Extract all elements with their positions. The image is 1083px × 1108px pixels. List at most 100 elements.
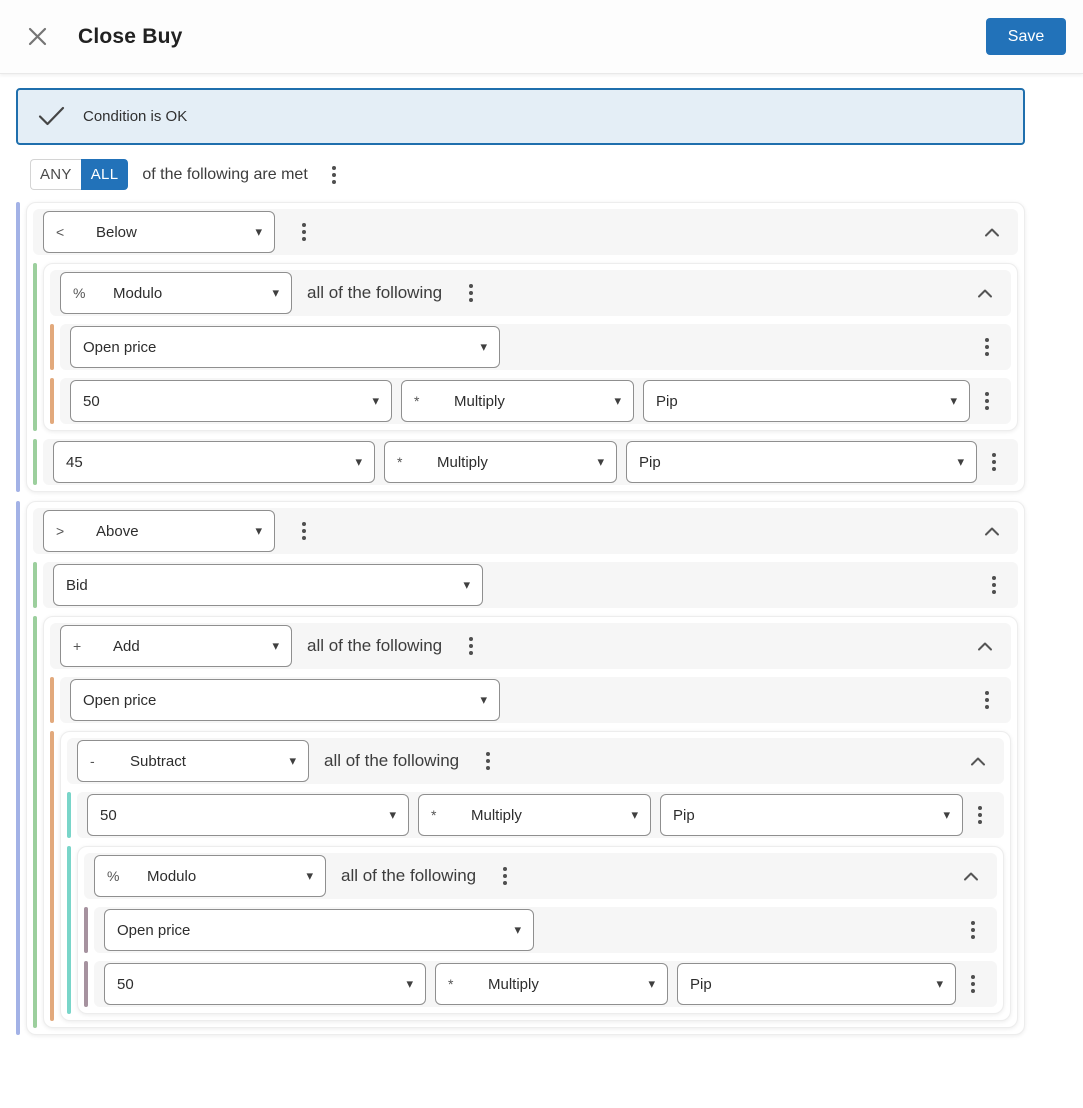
chevron-up-icon[interactable] xyxy=(971,282,995,304)
operator-select[interactable]: < Below ▾ xyxy=(43,211,275,253)
caret-down-icon: ▾ xyxy=(272,638,279,653)
kebab-menu-icon[interactable] xyxy=(979,332,995,362)
kebab-menu-icon[interactable] xyxy=(972,800,988,830)
kebab-dot xyxy=(486,759,491,763)
group-header-row: % Modulo ▾ all of the following xyxy=(50,270,1011,316)
caret-down-icon: ▾ xyxy=(480,339,487,354)
kebab-menu-icon[interactable] xyxy=(296,217,312,247)
kebab-dot xyxy=(469,644,474,648)
operator-select[interactable]: - Subtract ▾ xyxy=(77,740,309,782)
chevron-up-icon[interactable] xyxy=(971,635,995,657)
operand-select[interactable]: Open price ▾ xyxy=(104,909,534,951)
save-button[interactable]: Save xyxy=(986,18,1066,55)
indent-bar xyxy=(50,677,54,723)
operator-symbol: % xyxy=(73,285,86,301)
operator-select[interactable]: % Modulo ▾ xyxy=(60,272,292,314)
operation-select[interactable]: * Multiply ▾ xyxy=(435,963,668,1005)
operator-symbol: < xyxy=(56,224,65,240)
operator-symbol: * xyxy=(448,976,454,992)
kebab-dot xyxy=(971,982,975,986)
kebab-menu-icon[interactable] xyxy=(965,915,981,945)
kebab-dot xyxy=(971,975,975,979)
operand-select[interactable]: Open price ▾ xyxy=(70,326,500,368)
close-button[interactable] xyxy=(22,22,52,52)
operand-select[interactable]: Open price ▾ xyxy=(70,679,500,721)
chevron-up-icon[interactable] xyxy=(978,221,1002,243)
caret-down-icon: ▾ xyxy=(389,807,396,822)
select-value: 50 xyxy=(100,806,117,824)
condition-group-card: % Modulo ▾ all of the following Open price ▾ 5… xyxy=(77,846,1004,1014)
indent-bar xyxy=(33,562,37,608)
kebab-menu-icon[interactable] xyxy=(965,969,981,999)
kebab-dot xyxy=(469,291,474,295)
kebab-dot xyxy=(978,813,982,817)
toggle-all-button[interactable]: ALL xyxy=(80,159,129,190)
unit-select[interactable]: Pip ▾ xyxy=(660,794,963,836)
kebab-menu-icon[interactable] xyxy=(986,570,1002,600)
kebab-menu-icon[interactable] xyxy=(463,278,479,308)
operator-select[interactable]: + Add ▾ xyxy=(60,625,292,667)
kebab-menu-icon[interactable] xyxy=(979,386,995,416)
select-value: Open price xyxy=(117,921,191,939)
kebab-dot xyxy=(985,352,989,356)
operation-select[interactable]: * Multiply ▾ xyxy=(384,441,617,483)
operation-select[interactable]: * Multiply ▾ xyxy=(401,380,634,422)
caret-down-icon: ▾ xyxy=(272,285,279,300)
kebab-menu-icon[interactable] xyxy=(326,160,342,190)
value-select[interactable]: 50 ▾ xyxy=(104,963,426,1005)
kebab-menu-icon[interactable] xyxy=(979,685,995,715)
unit-select[interactable]: Pip ▾ xyxy=(677,963,956,1005)
chevron-up-icon[interactable] xyxy=(957,865,981,887)
kebab-dot xyxy=(469,298,474,302)
kebab-dot xyxy=(503,881,508,885)
operator-select[interactable]: % Modulo ▾ xyxy=(94,855,326,897)
kebab-menu-icon[interactable] xyxy=(296,516,312,546)
kebab-dot xyxy=(985,691,989,695)
condition-node: + Add ▾ all of the following Open price ▾ - Sub… xyxy=(33,616,1018,1028)
group-header-row: < Below ▾ xyxy=(33,209,1018,255)
kebab-dot xyxy=(985,406,989,410)
operation-select[interactable]: * Multiply ▾ xyxy=(418,794,651,836)
caret-down-icon: ▾ xyxy=(631,807,638,822)
select-value: Open price xyxy=(83,691,157,709)
operand-select[interactable]: Bid ▾ xyxy=(53,564,483,606)
condition-group-card: - Subtract ▾ all of the following 50 ▾ * Multip… xyxy=(60,731,1011,1021)
condition-row: 45 ▾ * Multiply ▾ Pip ▾ xyxy=(43,439,1018,485)
kebab-menu-icon[interactable] xyxy=(480,746,496,776)
condition-row: 50 ▾ * Multiply ▾ Pip ▾ xyxy=(94,961,997,1007)
kebab-dot xyxy=(486,766,491,770)
chevron-up-icon[interactable] xyxy=(964,750,988,772)
indent-bar xyxy=(50,731,54,1021)
kebab-menu-icon[interactable] xyxy=(497,861,513,891)
operator-select[interactable]: > Above ▾ xyxy=(43,510,275,552)
kebab-dot xyxy=(978,820,982,824)
group-header-row: > Above ▾ xyxy=(33,508,1018,554)
dialog-header: Close Buy Save xyxy=(0,0,1083,74)
select-value: Pip xyxy=(673,806,695,824)
caret-down-icon: ▾ xyxy=(255,523,262,538)
group-suffix-label: all of the following xyxy=(341,866,477,885)
group-suffix-label: all of the following xyxy=(324,751,460,770)
unit-select[interactable]: Pip ▾ xyxy=(626,441,977,483)
caret-down-icon: ▾ xyxy=(648,976,655,991)
kebab-dot xyxy=(992,576,996,580)
indent-bar xyxy=(50,378,54,424)
toggle-any-button[interactable]: ANY xyxy=(30,159,81,190)
kebab-menu-icon[interactable] xyxy=(986,447,1002,477)
condition-row: Bid ▾ xyxy=(43,562,1018,608)
select-value: Modulo xyxy=(113,284,163,302)
kebab-dot xyxy=(992,467,996,471)
select-value: Multiply xyxy=(471,806,522,824)
kebab-dot xyxy=(503,867,508,871)
value-select[interactable]: 50 ▾ xyxy=(70,380,392,422)
operator-symbol: + xyxy=(73,638,82,654)
condition-node: 50 ▾ * Multiply ▾ Pip ▾ xyxy=(67,792,1004,838)
chevron-up-icon[interactable] xyxy=(978,520,1002,542)
indent-bar xyxy=(33,439,37,485)
value-select[interactable]: 50 ▾ xyxy=(87,794,409,836)
unit-select[interactable]: Pip ▾ xyxy=(643,380,970,422)
kebab-menu-icon[interactable] xyxy=(463,631,479,661)
kebab-dot xyxy=(985,698,989,702)
value-select[interactable]: 45 ▾ xyxy=(53,441,375,483)
kebab-dot xyxy=(985,705,989,709)
